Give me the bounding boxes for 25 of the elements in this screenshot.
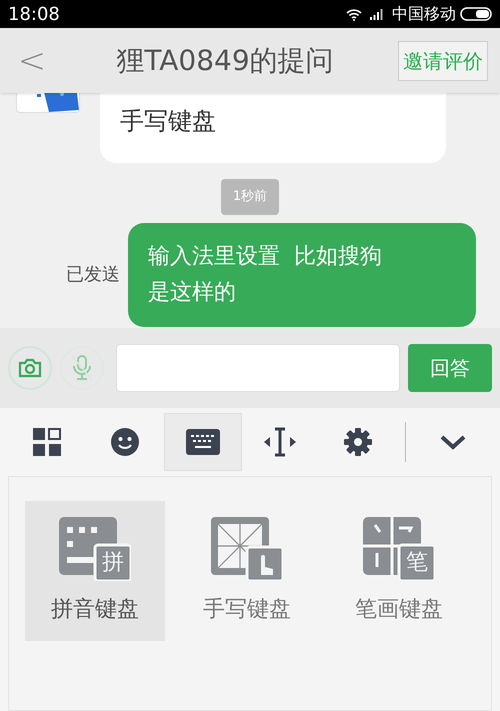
emoji-icon bbox=[110, 428, 139, 456]
chevron-down-icon bbox=[440, 434, 466, 450]
message-line: 输入法里设置 比如搜狗 bbox=[148, 242, 382, 270]
carrier-name: 中国移动 bbox=[392, 3, 456, 25]
handwriting-keyboard-icon bbox=[211, 516, 283, 580]
wifi-icon bbox=[346, 8, 362, 20]
microphone-off-icon bbox=[70, 354, 94, 382]
answer-field[interactable] bbox=[116, 344, 400, 392]
invite-rating-button[interactable]: 邀请评价 bbox=[398, 40, 488, 80]
grid-icon bbox=[32, 428, 61, 456]
cursor-move-icon bbox=[264, 427, 296, 457]
status-time: 18:08 bbox=[8, 2, 60, 26]
keyboard-button[interactable] bbox=[164, 413, 242, 471]
battery-icon bbox=[460, 7, 492, 21]
keyboard-option[interactable]: 拼 拼音键盘 bbox=[25, 501, 165, 641]
message-bubble: 手写键盘 bbox=[100, 93, 446, 163]
page-title: 狸TA0849的提问 bbox=[115, 42, 335, 78]
message-time: 1秒前 bbox=[220, 179, 280, 214]
back-button[interactable]: < bbox=[12, 44, 52, 78]
message-line: 是这样的 bbox=[148, 278, 236, 306]
signal-icon bbox=[370, 8, 384, 20]
sent-status: 已发送 bbox=[66, 263, 120, 287]
camera-icon bbox=[18, 358, 42, 378]
keyboard-icon bbox=[186, 429, 220, 455]
answer-button[interactable]: 回答 bbox=[408, 344, 492, 392]
